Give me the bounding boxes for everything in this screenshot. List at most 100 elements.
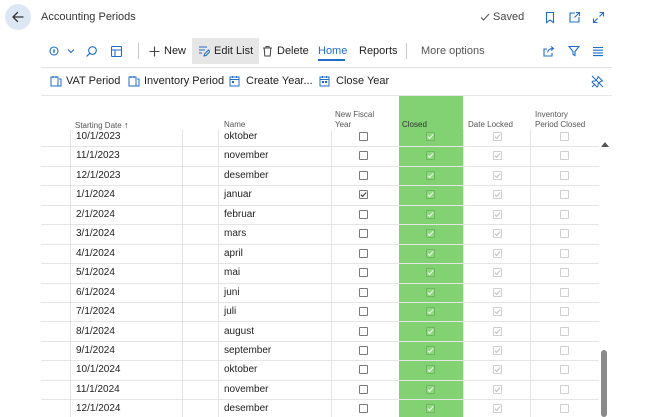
name-cell[interactable]: desember <box>224 170 268 181</box>
table-row[interactable]: 10/1/2023 oktober <box>41 128 599 148</box>
inventory-period-closed-checkbox <box>560 170 569 180</box>
starting-date-cell[interactable]: 6/1/2024 <box>76 287 115 298</box>
table-row[interactable]: 5/1/2024 mai <box>41 264 599 284</box>
name-cell[interactable]: september <box>224 345 271 356</box>
name-cell[interactable]: januar <box>224 189 252 200</box>
document-list-icon <box>128 76 140 87</box>
name-cell[interactable]: oktober <box>224 131 257 142</box>
name-cell[interactable]: juli <box>224 306 236 317</box>
new-fiscal-year-checkbox[interactable] <box>359 209 368 219</box>
name-cell[interactable]: mars <box>224 228 246 239</box>
list-view-button[interactable] <box>592 38 604 64</box>
analysis-mode-button[interactable] <box>110 38 123 64</box>
new-fiscal-year-checkbox[interactable] <box>359 268 368 278</box>
date-locked-checkbox <box>493 248 502 258</box>
create-year-button[interactable]: Create Year... <box>229 71 313 91</box>
new-fiscal-year-checkbox[interactable] <box>359 345 368 355</box>
table-row[interactable]: 11/1/2023 november <box>41 147 599 167</box>
back-arrow-icon <box>12 11 24 23</box>
starting-date-cell[interactable]: 10/1/2024 <box>76 364 121 375</box>
starting-date-cell[interactable]: 7/1/2024 <box>76 306 115 317</box>
table-row[interactable]: 8/1/2024 august <box>41 323 599 342</box>
share-icon <box>543 46 555 57</box>
open-in-new-window-button[interactable] <box>566 9 582 25</box>
bookmark-button[interactable] <box>542 9 558 25</box>
share-button[interactable] <box>542 38 555 64</box>
new-fiscal-year-checkbox[interactable] <box>359 190 368 200</box>
command-bar: New Edit List Delete Home Reports More o… <box>41 38 654 64</box>
personalize-button[interactable] <box>49 38 75 64</box>
close-year-button[interactable]: Close Year <box>319 71 389 91</box>
table-row[interactable]: 7/1/2024 juli <box>41 303 599 323</box>
new-fiscal-year-checkbox[interactable] <box>359 248 368 258</box>
new-fiscal-year-checkbox[interactable] <box>359 151 368 161</box>
name-cell[interactable]: april <box>224 248 243 259</box>
starting-date-cell[interactable]: 8/1/2024 <box>76 326 115 337</box>
expand-button[interactable] <box>590 9 606 25</box>
starting-date-cell[interactable]: 3/1/2024 <box>76 228 115 239</box>
name-cell[interactable]: mai <box>224 267 240 278</box>
new-fiscal-year-checkbox[interactable] <box>359 307 368 317</box>
scrollbar-thumb[interactable] <box>601 350 607 417</box>
closed-checkbox <box>426 287 435 297</box>
starting-date-cell[interactable]: 12/1/2023 <box>76 170 121 181</box>
starting-date-cell[interactable]: 11/1/2024 <box>76 384 120 395</box>
starting-date-cell[interactable]: 12/1/2024 <box>76 403 121 414</box>
table-row[interactable]: 9/1/2024 september <box>41 342 599 362</box>
name-cell[interactable]: juni <box>224 287 240 298</box>
closed-checkbox <box>426 365 435 375</box>
close-year-label: Close Year <box>336 75 390 87</box>
back-button[interactable] <box>5 4 31 30</box>
name-cell[interactable]: desember <box>224 403 268 414</box>
tab-reports[interactable]: Reports <box>359 38 398 64</box>
new-fiscal-year-checkbox[interactable] <box>359 287 368 297</box>
calendar-close-icon <box>319 76 330 87</box>
new-fiscal-year-checkbox[interactable] <box>359 404 368 414</box>
vat-period-button[interactable]: VAT Period <box>50 71 120 91</box>
new-fiscal-year-checkbox[interactable] <box>359 170 368 180</box>
starting-date-cell[interactable]: 1/1/2024 <box>76 189 115 200</box>
starting-date-cell[interactable]: 2/1/2024 <box>76 209 115 220</box>
edit-list-button[interactable]: Edit List <box>192 38 260 64</box>
column-header-new-fiscal-year[interactable]: New Fiscal Year <box>335 110 374 130</box>
more-options-button[interactable]: More options <box>421 38 485 64</box>
table-icon <box>110 45 123 57</box>
name-cell[interactable]: februar <box>224 209 256 220</box>
scroll-up-arrow-icon[interactable] <box>600 140 610 148</box>
table-row[interactable]: 11/1/2024 november <box>41 381 599 401</box>
new-fiscal-year-checkbox[interactable] <box>359 326 368 336</box>
new-fiscal-year-checkbox[interactable] <box>359 132 368 141</box>
name-cell[interactable]: oktober <box>224 364 257 375</box>
new-fiscal-year-checkbox[interactable] <box>359 365 368 375</box>
closed-checkbox <box>426 384 435 394</box>
checkmark-icon <box>494 250 501 256</box>
column-header-inventory-period-closed[interactable]: Inventory Period Closed <box>535 110 585 130</box>
table-row[interactable]: 4/1/2024 april <box>41 245 599 265</box>
starting-date-cell[interactable]: 4/1/2024 <box>76 248 115 259</box>
table-row[interactable]: 12/1/2024 desember <box>41 400 599 417</box>
filter-button[interactable] <box>568 38 580 64</box>
table-row[interactable]: 2/1/2024 februar <box>41 206 599 226</box>
table-row[interactable]: 10/1/2024 oktober <box>41 361 599 381</box>
checkmark-icon <box>360 192 367 198</box>
new-fiscal-year-checkbox[interactable] <box>359 384 368 394</box>
starting-date-cell[interactable]: 9/1/2024 <box>76 345 115 356</box>
name-cell[interactable]: november <box>224 384 268 395</box>
inventory-period-button[interactable]: Inventory Period <box>128 71 224 91</box>
starting-date-cell[interactable]: 11/1/2023 <box>76 150 120 161</box>
name-cell[interactable]: november <box>224 150 268 161</box>
table-row[interactable]: 6/1/2024 juni <box>41 284 599 303</box>
delete-button[interactable]: Delete <box>262 38 309 64</box>
starting-date-cell[interactable]: 10/1/2023 <box>76 131 121 142</box>
new-button[interactable]: New <box>149 38 186 64</box>
pin-button[interactable] <box>591 71 604 91</box>
new-fiscal-year-checkbox[interactable] <box>359 229 368 239</box>
table-row[interactable]: 3/1/2024 mars <box>41 225 599 245</box>
edit-list-label: Edit List <box>214 45 254 57</box>
table-row[interactable]: 1/1/2024 januar <box>41 186 599 206</box>
starting-date-cell[interactable]: 5/1/2024 <box>76 267 115 278</box>
table-row[interactable]: 12/1/2023 desember <box>41 167 599 187</box>
closed-checkbox <box>426 345 435 355</box>
search-button[interactable] <box>85 38 98 64</box>
name-cell[interactable]: august <box>224 326 254 337</box>
